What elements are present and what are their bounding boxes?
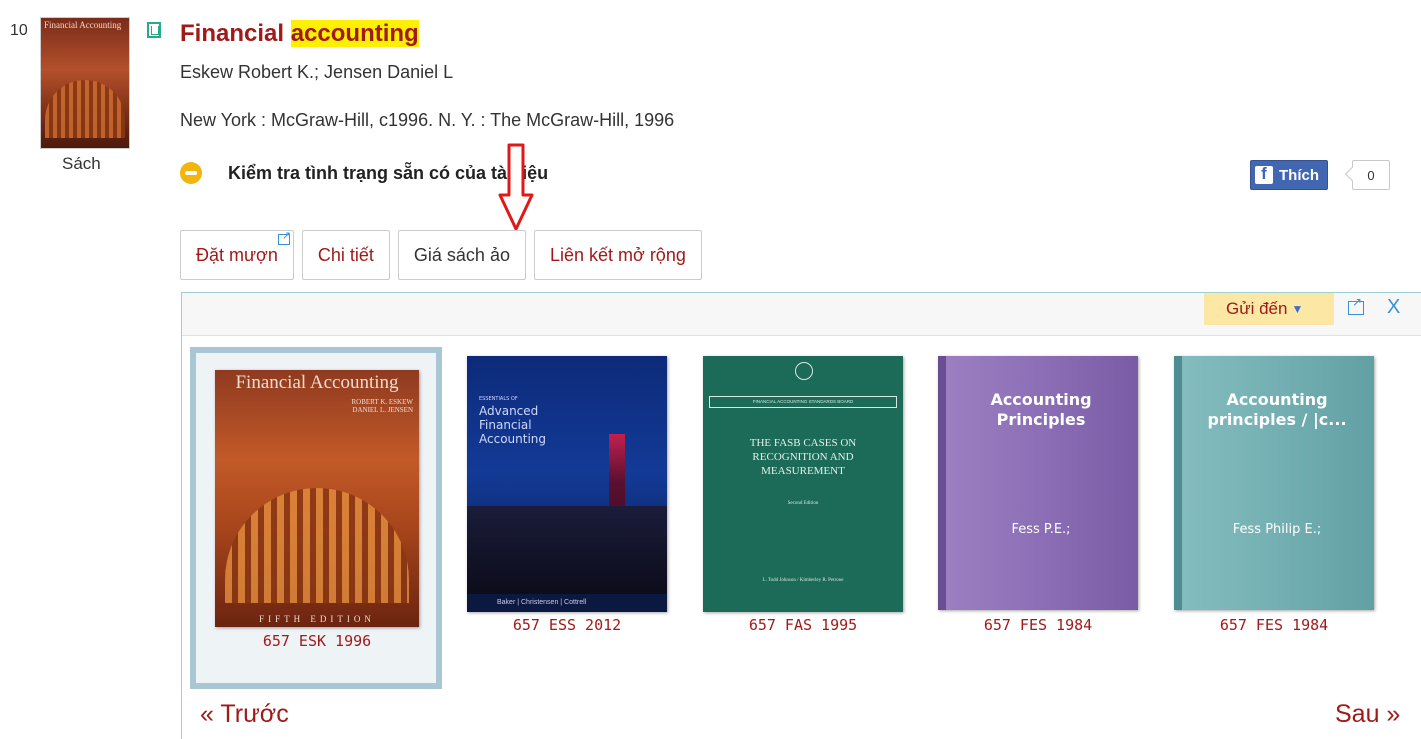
cover-title: Accounting principles / |c...	[1207, 390, 1347, 429]
next-link[interactable]: Sau »	[1335, 700, 1400, 729]
book-cover[interactable]: Financial Accounting ROBERT K. ESKEW DAN…	[215, 370, 419, 627]
material-type-label: Sách	[62, 154, 101, 173]
tab-extended-links[interactable]: Liên kết mở rộng	[533, 230, 702, 280]
previous-link[interactable]: « Trước	[200, 700, 289, 729]
record-publisher: New York : McGraw-Hill, c1996. N. Y. : T…	[180, 110, 675, 130]
book-cover[interactable]: Accounting principles / |c... Fess Phili…	[1174, 356, 1374, 610]
panel-toolbar: Gửi đến▼ X	[182, 293, 1421, 336]
bookmark-icon[interactable]	[147, 22, 161, 38]
book-cover[interactable]: ESSENTIALS OF Advanced Financial Account…	[467, 356, 667, 612]
send-to-label: Gửi đến	[1226, 299, 1288, 318]
fasb-logo-icon	[795, 362, 813, 380]
book-thumbnail[interactable]: Financial Accounting	[40, 17, 130, 149]
cover-title: Advanced Financial Accounting	[479, 404, 547, 446]
book-cover[interactable]: Accounting Principles Fess P.E.;	[938, 356, 1138, 610]
cover-header: FINANCIAL ACCOUNTING STANDARDS BOARD	[709, 396, 897, 408]
facebook-icon: f	[1255, 164, 1273, 184]
cover-authors: ROBERT K. ESKEW DANIEL L. JENSEN	[351, 398, 413, 414]
cover-author: Fess P.E.;	[1011, 522, 1071, 537]
title-highlight: accounting	[290, 20, 419, 47]
availability-icon[interactable]	[180, 162, 202, 184]
cover-title: THE FASB CASES ON RECOGNITION AND MEASUR…	[749, 437, 857, 477]
tab-details-label: Chi tiết	[317, 244, 374, 265]
cover-subtitle: Second Edition	[787, 501, 819, 506]
record-tabs: Đặt mượn Chi tiết Giá sách ảo Liên kết m…	[180, 229, 710, 280]
tab-details[interactable]: Chi tiết	[301, 230, 390, 280]
tab-reserve-label: Đặt mượn	[196, 244, 278, 265]
send-to-dropdown[interactable]: Gửi đến ▼	[1204, 293, 1334, 325]
facebook-like-button[interactable]: f Thích	[1250, 160, 1328, 190]
cover-skyline	[467, 506, 667, 596]
record-authors: Eskew Robert K.; Jensen Daniel L	[180, 62, 454, 82]
facebook-like-label: Thích	[1279, 166, 1319, 184]
cover-kicker: ESSENTIALS OF	[479, 396, 518, 402]
book-call-number: 657 ESK 1996	[262, 632, 372, 650]
book-call-number: 657 FAS 1995	[748, 616, 858, 634]
facebook-like-count: 0	[1352, 160, 1390, 190]
red-down-arrow-icon	[498, 143, 534, 231]
book-cover[interactable]: FINANCIAL ACCOUNTING STANDARDS BOARD THE…	[703, 356, 903, 612]
tab-reserve[interactable]: Đặt mượn	[180, 229, 294, 280]
cover-footer: Baker | Christensen | Cottrell	[467, 594, 667, 612]
result-number: 10	[10, 22, 28, 39]
thumbnail-art	[45, 80, 125, 138]
book-call-number: 657 FES 1984	[983, 616, 1093, 634]
popout-icon[interactable]	[1348, 295, 1364, 315]
tab-extended-links-label: Liên kết mở rộng	[549, 244, 686, 265]
record-title[interactable]: Financial accounting	[180, 20, 419, 48]
title-text: Financial	[180, 20, 291, 47]
tab-virtual-shelf[interactable]: Giá sách ảo	[397, 230, 526, 280]
book-call-number: 657 FES 1984	[1219, 616, 1329, 634]
tab-virtual-shelf-label: Giá sách ảo	[413, 244, 510, 265]
cover-art	[225, 488, 409, 603]
cover-authors: L. Todd Johnson / Kimberley R. Petrone	[762, 578, 844, 583]
external-link-icon	[277, 229, 291, 245]
chevron-down-icon: ▼	[1291, 302, 1304, 316]
close-icon[interactable]: X	[1387, 296, 1400, 319]
cover-title: Accounting Principles	[990, 390, 1092, 429]
cover-author: Fess Philip E.;	[1232, 522, 1322, 537]
cover-title: Financial Accounting	[235, 372, 399, 393]
cover-edition: FIFTH EDITION	[259, 614, 375, 624]
book-call-number: 657 ESS 2012	[512, 616, 622, 634]
thumbnail-title: Financial Accounting	[44, 20, 122, 30]
